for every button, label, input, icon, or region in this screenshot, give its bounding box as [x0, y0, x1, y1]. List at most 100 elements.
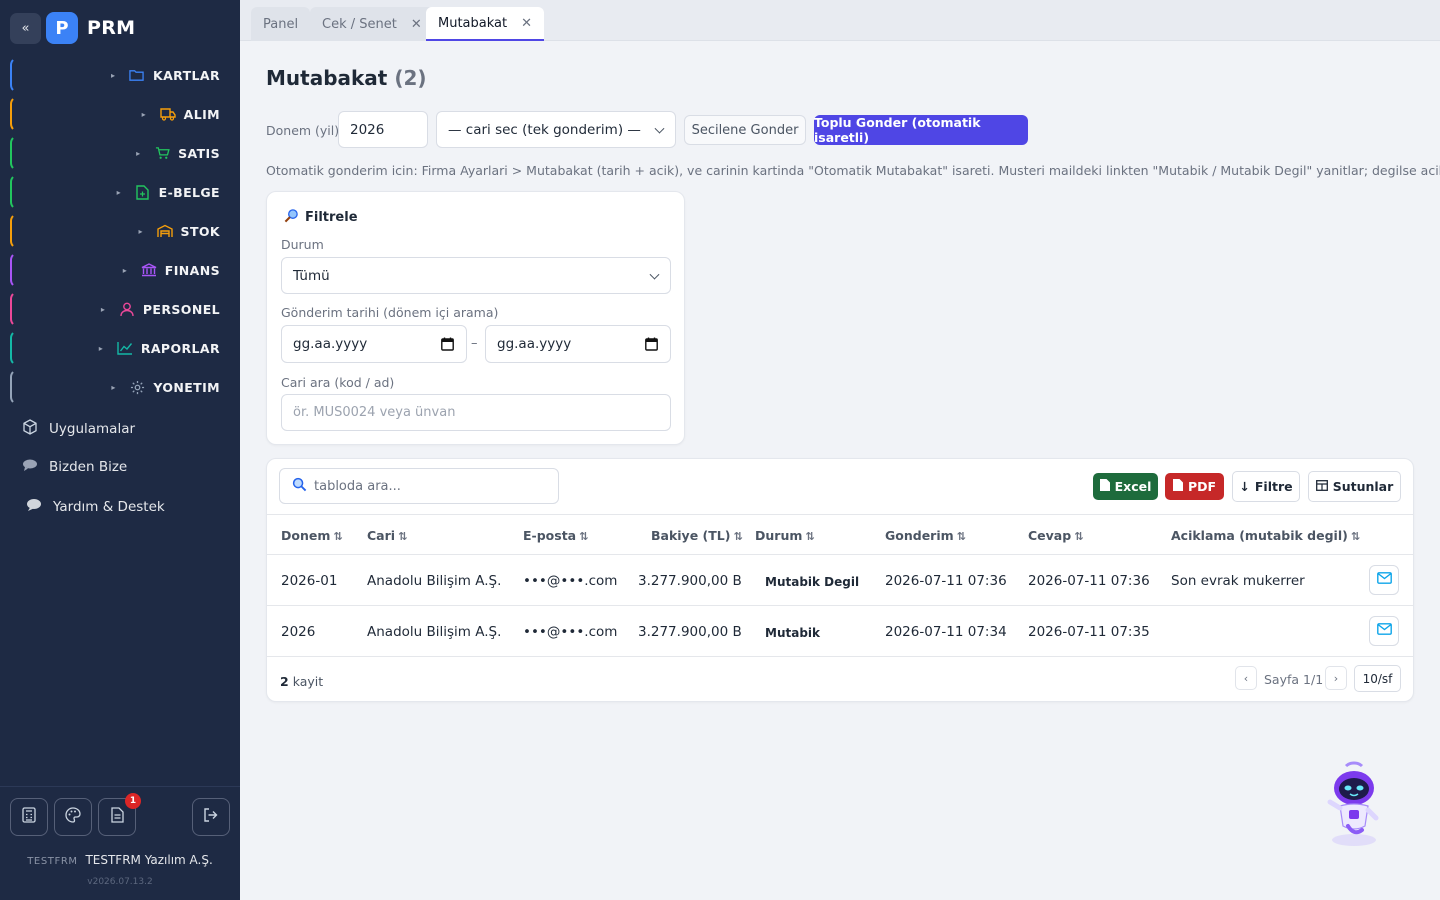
- cell-aciklama: Son evrak mukerrer: [1171, 573, 1305, 589]
- sort-icon: ⇅: [333, 530, 343, 543]
- cari-search-label: Cari ara (kod / ad): [281, 375, 395, 390]
- donem-input[interactable]: 2026: [338, 111, 428, 148]
- app-version: v2026.07.13.2: [87, 877, 153, 887]
- table-row[interactable]: 2026-01 Anadolu Bilişim A.Ş. •••@•••.com…: [267, 555, 1413, 606]
- search-icon: [292, 477, 307, 496]
- filter-card: Filtrele Durum Tümü Gönderim tarihi (dön…: [266, 191, 685, 445]
- send-bulk-button[interactable]: Toplu Gonder (otomatik isaretli): [814, 115, 1028, 145]
- nav-accent-bar: [10, 330, 22, 366]
- table-search-input[interactable]: tabloda ara...: [279, 468, 559, 504]
- date-to-input[interactable]: gg.aa.yyyy: [485, 325, 671, 363]
- app-name: PRM: [87, 17, 136, 39]
- cell-cari: Anadolu Bilişim A.Ş.: [367, 624, 502, 640]
- sidebar-link-uygulamalar[interactable]: Uygulamalar: [22, 419, 135, 439]
- collapse-sidebar-button[interactable]: «: [10, 12, 41, 44]
- date-from-input[interactable]: gg.aa.yyyy: [281, 325, 467, 363]
- assistant-robot-button[interactable]: [1318, 760, 1388, 850]
- nav-item-alim[interactable]: ▸ ALIM: [10, 96, 232, 132]
- col-durum[interactable]: Durum ⇅: [755, 528, 815, 543]
- nav-item-finans[interactable]: ▸ FINANS: [10, 252, 232, 288]
- col-cari[interactable]: Cari ⇅: [367, 528, 407, 543]
- sidebar-link-label: Bizden Bize: [49, 459, 128, 475]
- cell-cevap: 2026-07-11 07:36: [1028, 573, 1150, 589]
- caret-right-icon: ▸: [111, 382, 116, 392]
- sidebar-link-label: Yardım & Destek: [53, 499, 165, 515]
- notes-button[interactable]: 1: [98, 793, 141, 836]
- calculator-button[interactable]: [10, 798, 48, 836]
- nav-item-satis[interactable]: ▸ SATIS: [10, 135, 232, 171]
- page-title-count: (2): [394, 66, 427, 90]
- table-row[interactable]: 2026 Anadolu Bilişim A.Ş. •••@•••.com 3.…: [267, 606, 1413, 657]
- nav-label: KARTLAR: [152, 67, 220, 83]
- durum-select[interactable]: Tümü: [281, 257, 671, 294]
- col-eposta[interactable]: E-posta ⇅: [523, 528, 588, 543]
- sidebar-link-bizden-bize[interactable]: Bizden Bize: [22, 458, 127, 476]
- cell-bakiye: 3.277.900,00 B: [638, 624, 742, 640]
- col-bakiye[interactable]: Bakiye (TL) ⇅: [651, 528, 743, 543]
- sort-icon: ⇅: [1350, 530, 1361, 543]
- company-info: TESTFRM TESTFRM Yazılım A.Ş.: [0, 853, 240, 867]
- nav-item-kartlar[interactable]: ▸ KARTLAR: [10, 57, 232, 93]
- tab-panel[interactable]: Panel: [251, 7, 311, 41]
- nav-item-raporlar[interactable]: ▸ RAPORLAR: [10, 330, 232, 366]
- tab-mutabakat[interactable]: Mutabakat ✕: [426, 7, 545, 41]
- columns-label: Sutunlar: [1332, 479, 1394, 494]
- nav-accent-bar: [10, 252, 22, 288]
- calendar-icon[interactable]: [441, 337, 454, 355]
- table-card: tabloda ara... Excel PDF ↓ Filtre Sutunl…: [266, 458, 1414, 702]
- close-icon[interactable]: ✕: [521, 16, 532, 31]
- nav-item-yonetim[interactable]: ▸ YONETIM: [10, 369, 232, 405]
- date-to-value: gg.aa.yyyy: [497, 336, 572, 352]
- nav-accent-bar: [10, 291, 22, 327]
- cell-eposta: •••@•••.com: [523, 573, 618, 589]
- cari-select[interactable]: — cari sec (tek gonderim) —: [436, 111, 676, 148]
- col-cevap[interactable]: Cevap ⇅: [1028, 528, 1083, 543]
- table-filter-button[interactable]: ↓ Filtre: [1232, 471, 1300, 502]
- cell-gonderim: 2026-07-11 07:34: [885, 624, 1007, 640]
- theme-button[interactable]: [54, 798, 92, 836]
- sort-icon: ⇅: [733, 530, 743, 543]
- col-gonderim[interactable]: Gonderim ⇅: [885, 528, 966, 543]
- page-indicator: Sayfa 1/1: [1264, 672, 1324, 687]
- calculator-icon: [22, 807, 36, 827]
- excel-label: Excel: [1114, 479, 1152, 494]
- send-mail-button[interactable]: [1369, 616, 1399, 646]
- sidebar: « P PRM ▸ KARTLAR ▸ ALIM ▸ SATIS ▸ E-BEL…: [0, 0, 240, 900]
- next-page-button[interactable]: ›: [1325, 666, 1347, 690]
- col-donem[interactable]: Donem ⇅: [281, 528, 343, 543]
- columns-icon: [1315, 479, 1328, 494]
- nav-label: STOK: [180, 223, 220, 239]
- send-mail-button[interactable]: [1369, 565, 1399, 595]
- close-icon[interactable]: ✕: [411, 17, 422, 32]
- nav-item-stok[interactable]: ▸ STOK: [10, 213, 232, 249]
- export-pdf-button[interactable]: PDF: [1165, 473, 1224, 500]
- cari-search-input[interactable]: ör. MUS0024 veya ünvan: [281, 394, 671, 431]
- columns-button[interactable]: Sutunlar: [1308, 471, 1401, 502]
- durum-value: Tümü: [293, 267, 330, 284]
- warehouse-icon: [156, 223, 173, 239]
- caret-right-icon: ▸: [122, 265, 127, 275]
- prev-page-button[interactable]: ‹: [1235, 666, 1257, 690]
- col-aciklama[interactable]: Aciklama (mutabik degil) ⇅: [1171, 528, 1360, 543]
- page-title-text: Mutabakat: [266, 66, 388, 90]
- cell-eposta: •••@•••.com: [523, 624, 618, 640]
- nav-item-personel[interactable]: ▸ PERSONEL: [10, 291, 232, 327]
- send-selected-button[interactable]: Secilene Gonder: [684, 115, 806, 145]
- tab-label: Panel: [263, 16, 299, 32]
- nav-label: RAPORLAR: [140, 340, 220, 356]
- sort-icon: ⇅: [1074, 530, 1084, 543]
- record-count-label: kayit: [292, 674, 324, 689]
- cell-durum: Mutabik: [765, 626, 821, 640]
- chat-icon: [22, 458, 38, 476]
- tab-cek-senet[interactable]: Cek / Senet ✕: [310, 7, 434, 41]
- nav-item-ebelge[interactable]: ▸ E-BELGE: [10, 174, 232, 210]
- calendar-icon[interactable]: [645, 337, 658, 355]
- truck-icon: [159, 106, 176, 122]
- date-label: Gönderim tarihi (dönem içi arama): [281, 305, 499, 320]
- cari-select-value: — cari sec (tek gonderim) —: [448, 121, 641, 138]
- sidebar-link-yardim[interactable]: Yardım & Destek: [26, 498, 165, 516]
- document-icon: [135, 184, 151, 200]
- logout-button[interactable]: [192, 798, 230, 836]
- export-excel-button[interactable]: Excel: [1093, 473, 1158, 500]
- page-size-select[interactable]: 10/sf: [1354, 665, 1401, 692]
